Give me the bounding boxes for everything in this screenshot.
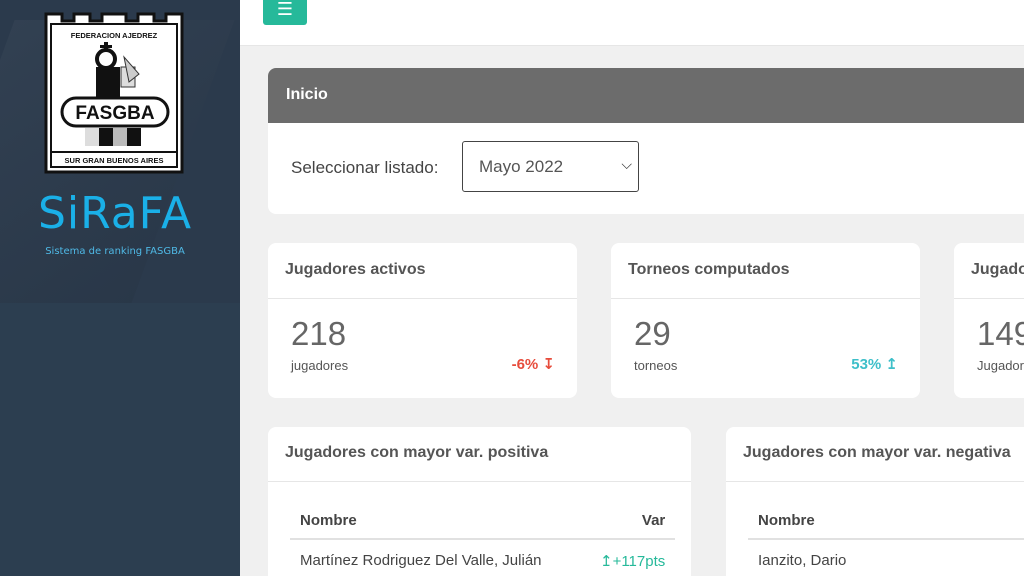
select-listado-label: Seleccionar listado: bbox=[291, 158, 439, 177]
chevron-down-icon: ⌵ bbox=[621, 156, 632, 172]
card-value: 29 bbox=[634, 315, 671, 352]
sidebar-header: FEDERACION AJEDREZ FASGBA SUR GRAN BUENO… bbox=[0, 0, 240, 303]
panel-title: Jugadores con mayor var. negativa bbox=[726, 427, 1024, 482]
table-header-row: Nombre bbox=[748, 502, 1024, 540]
card-unit: jugadores bbox=[291, 358, 349, 373]
table-row[interactable]: Ianzito, Dario bbox=[748, 539, 1024, 576]
fasgba-logo[interactable]: FEDERACION AJEDREZ FASGBA SUR GRAN BUENO… bbox=[44, 12, 184, 174]
player-var: ↥+117pts bbox=[600, 552, 666, 570]
stat-card-jugadores-activos: Jugadores activos 218 jugadores -6% ↧ bbox=[268, 243, 577, 398]
positive-table: Nombre Var Martínez Rodriguez Del Valle,… bbox=[290, 502, 676, 576]
col-nombre: Nombre bbox=[748, 502, 1024, 540]
col-var: Var bbox=[590, 502, 676, 540]
card-unit: Jugador bbox=[977, 358, 1024, 373]
inicio-panel: Inicio Seleccionar listado: Mayo 2022 ⌵ bbox=[268, 68, 1024, 214]
card-value: 149 bbox=[977, 315, 1024, 352]
card-value: 218 bbox=[291, 315, 347, 352]
svg-text:SUR GRAN BUENOS AIRES: SUR GRAN BUENOS AIRES bbox=[65, 156, 164, 165]
player-name[interactable]: Martínez Rodriguez Del Valle, Julián bbox=[290, 539, 590, 576]
select-value: Mayo 2022 bbox=[479, 157, 564, 176]
menu-toggle-button[interactable]: ☰ bbox=[263, 0, 307, 25]
stat-card-torneos-computados: Torneos computados 29 torneos 53% ↥ bbox=[611, 243, 920, 398]
brand-subtitle: Sistema de ranking FASGBA bbox=[45, 246, 185, 257]
positive-variation-panel: Jugadores con mayor var. positiva Nombre… bbox=[268, 427, 691, 576]
negative-variation-panel: Jugadores con mayor var. negativa Nombre… bbox=[726, 427, 1024, 576]
variation-badge: -6% ↧ bbox=[511, 356, 555, 373]
svg-text:FASGBA: FASGBA bbox=[75, 103, 154, 124]
variation-badge: 53% ↥ bbox=[851, 356, 898, 373]
col-nombre: Nombre bbox=[290, 502, 590, 540]
table-row[interactable]: Martínez Rodriguez Del Valle, Julián ↥+1… bbox=[290, 539, 675, 576]
top-bar: ☰ bbox=[240, 0, 1024, 46]
table-header-row: Nombre Var bbox=[290, 502, 676, 540]
player-name[interactable]: Ianzito, Dario bbox=[748, 539, 1024, 576]
card-unit: torneos bbox=[634, 358, 678, 373]
listado-select[interactable]: Mayo 2022 ⌵ bbox=[462, 141, 639, 192]
stat-card-jugadores-cut: Jugado 149 Jugador bbox=[954, 243, 1024, 398]
svg-text:FEDERACION AJEDREZ: FEDERACION AJEDREZ bbox=[71, 31, 158, 40]
card-title: Torneos computados bbox=[611, 243, 920, 299]
card-title: Jugado bbox=[954, 243, 1024, 299]
negative-table: Nombre Ianzito, Dario bbox=[748, 502, 1024, 576]
brand-title: SiRaFA bbox=[37, 188, 193, 239]
panel-title: Jugadores con mayor var. positiva bbox=[268, 427, 691, 482]
card-title: Jugadores activos bbox=[268, 243, 577, 299]
hamburger-icon: ☰ bbox=[276, 0, 294, 19]
sidebar: FEDERACION AJEDREZ FASGBA SUR GRAN BUENO… bbox=[0, 0, 240, 576]
panel-title: Inicio bbox=[268, 68, 1024, 123]
